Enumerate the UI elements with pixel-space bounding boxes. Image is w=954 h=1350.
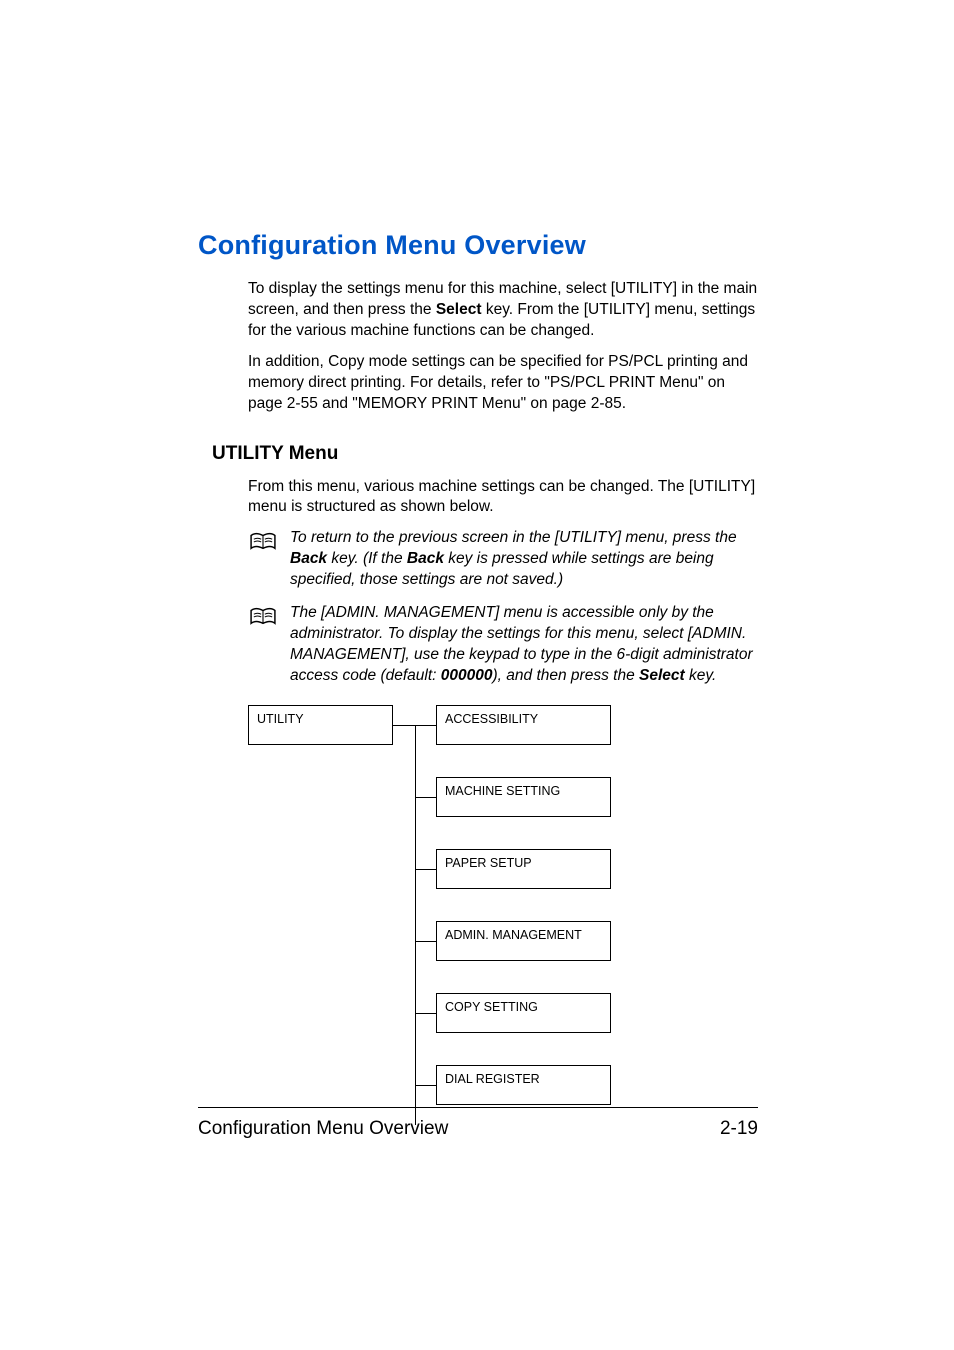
- text: ), and then press the: [493, 667, 639, 684]
- tree-item-paper-setup: PAPER SETUP: [436, 849, 611, 889]
- tree-item-dial-register: DIAL REGISTER: [436, 1065, 611, 1105]
- book-icon: [248, 530, 278, 557]
- tree-connector: [415, 725, 436, 726]
- main-title: Configuration Menu Overview: [198, 230, 758, 261]
- tree-item-copy-setting: COPY SETTING: [436, 993, 611, 1033]
- select-key-label: Select: [436, 301, 482, 318]
- body-block: To display the settings menu for this ma…: [248, 279, 758, 415]
- select-key-label: Select: [639, 667, 685, 684]
- note-2-text: The [ADMIN. MANAGEMENT] menu is accessib…: [290, 603, 758, 687]
- tree-connector: [415, 1013, 436, 1014]
- back-key-label: Back: [290, 550, 327, 567]
- tree-item-accessibility: ACCESSIBILITY: [436, 705, 611, 745]
- back-key-label: Back: [407, 550, 444, 567]
- text: key. (If the: [327, 550, 407, 567]
- text: To return to the previous screen in the …: [290, 529, 737, 546]
- tree-connector: [415, 869, 436, 870]
- note-1: To return to the previous screen in the …: [248, 528, 758, 591]
- content-area: Configuration Menu Overview To display t…: [198, 230, 758, 1145]
- tree-connector: [415, 797, 436, 798]
- text: key.: [685, 667, 717, 684]
- note-1-text: To return to the previous screen in the …: [290, 528, 758, 591]
- tree-root-utility: UTILITY: [248, 705, 393, 745]
- utility-intro: From this menu, various machine settings…: [248, 477, 758, 519]
- book-icon: [248, 605, 278, 632]
- page: Configuration Menu Overview To display t…: [0, 0, 954, 1350]
- utility-body: From this menu, various machine settings…: [248, 477, 758, 1145]
- tree-connector: [415, 1085, 436, 1086]
- tree-item-machine-setting: MACHINE SETTING: [436, 777, 611, 817]
- tree-item-admin-management: ADMIN. MANAGEMENT: [436, 921, 611, 961]
- tree-connector: [393, 725, 415, 726]
- intro-paragraph-1: To display the settings menu for this ma…: [248, 279, 758, 342]
- note-2: The [ADMIN. MANAGEMENT] menu is accessib…: [248, 603, 758, 687]
- footer-title: Configuration Menu Overview: [198, 1118, 448, 1140]
- intro-paragraph-2: In addition, Copy mode settings can be s…: [248, 352, 758, 415]
- utility-menu-heading: UTILITY Menu: [212, 443, 758, 465]
- menu-tree: UTILITY ACCESSIBILITY MACHINE SETTING PA…: [248, 705, 758, 1145]
- access-code-default: 000000: [441, 667, 493, 684]
- page-number: 2-19: [720, 1118, 758, 1140]
- tree-connector: [415, 941, 436, 942]
- tree-spine: [415, 725, 416, 1125]
- page-footer: Configuration Menu Overview 2-19: [198, 1107, 758, 1140]
